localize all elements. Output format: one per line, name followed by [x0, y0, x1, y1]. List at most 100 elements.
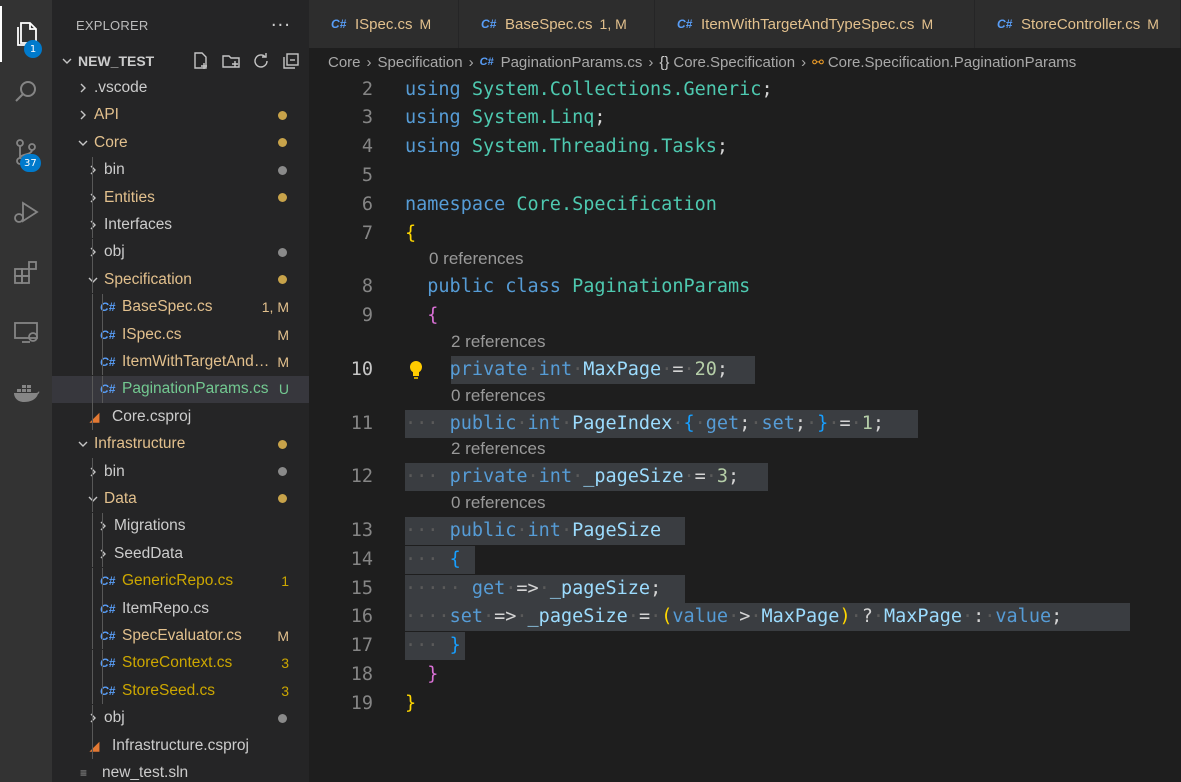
- tree-file[interactable]: C# ItemRepo.cs: [52, 595, 309, 622]
- whitespace: ·: [850, 606, 862, 627]
- docker-icon[interactable]: [0, 364, 52, 420]
- whitespace: ·: [872, 606, 885, 627]
- namespace-icon: {}: [659, 53, 670, 71]
- code-token: using: [405, 136, 461, 157]
- tree-folder[interactable]: SeedData: [52, 540, 309, 568]
- tree-folder[interactable]: Specification: [52, 266, 309, 294]
- tree-item-label: new_test.sln: [102, 763, 189, 781]
- tree-folder[interactable]: Interfaces: [52, 211, 309, 239]
- whitespace: ·: [427, 520, 439, 541]
- code-token: set: [449, 606, 483, 627]
- code-line: 9 {: [309, 302, 1181, 330]
- code-text: ··· private·int·_pageSize·=·3;: [405, 463, 739, 491]
- breadcrumb-item-file[interactable]: PaginationParams.cs: [501, 54, 643, 71]
- tree-file[interactable]: C# SpecEvaluator.cs M: [52, 622, 309, 650]
- whitespace: ·: [627, 606, 639, 627]
- breadcrumb-item-specification[interactable]: Specification: [378, 54, 463, 71]
- search-icon[interactable]: [0, 64, 52, 120]
- tree-folder[interactable]: .vscode: [52, 74, 309, 101]
- codelens-references[interactable]: 2 references: [451, 329, 546, 355]
- remote-explorer-icon[interactable]: [0, 304, 52, 360]
- tree-file[interactable]: ◢ Core.csproj: [52, 403, 309, 431]
- whitespace: ·: [516, 520, 528, 541]
- code-text: private·int·MaxPage·=·20;: [405, 356, 728, 384]
- tree-file[interactable]: C# PaginationParams.cs U: [52, 375, 309, 403]
- code-token: _pageSize: [583, 466, 684, 487]
- indent-guide: [102, 540, 103, 568]
- whitespace: ·: [516, 606, 528, 627]
- explorer-icon[interactable]: 1: [0, 6, 52, 62]
- tab-itemwithtargetandtypespec[interactable]: C# ItemWithTargetAndTypeSpec.cs M: [655, 0, 975, 48]
- chevron-right-icon: [76, 82, 90, 94]
- breadcrumb-item-class[interactable]: Core.Specification.PaginationParams: [828, 54, 1076, 71]
- code-text: namespace Core.Specification: [405, 191, 717, 219]
- tree-folder[interactable]: Data: [52, 485, 309, 513]
- code-token: =>: [516, 578, 539, 599]
- tree-folder[interactable]: bin: [52, 156, 309, 184]
- new-folder-icon[interactable]: [221, 51, 241, 71]
- whitespace: ·: [427, 413, 439, 434]
- workspace-root[interactable]: NEW_TEST: [52, 47, 309, 74]
- codelens-references[interactable]: 0 references: [429, 246, 524, 272]
- extensions-icon[interactable]: [0, 244, 52, 300]
- chevron-down-icon: [60, 55, 74, 67]
- new-file-icon[interactable]: [191, 51, 211, 71]
- tree-folder[interactable]: obj: [52, 704, 309, 732]
- codelens-references[interactable]: 2 references: [451, 436, 546, 462]
- codelens-references[interactable]: 0 references: [451, 490, 546, 516]
- code-token: }: [449, 635, 461, 656]
- tree-folder[interactable]: API: [52, 102, 309, 129]
- collapse-all-icon[interactable]: [281, 51, 301, 71]
- tree-folder[interactable]: Infrastructure: [52, 431, 309, 458]
- code-token: ;: [594, 107, 606, 128]
- tree-file[interactable]: C# BaseSpec.cs 1, M: [52, 293, 309, 321]
- code-line: 17 ··· }: [309, 632, 1181, 660]
- code-token: ;: [1051, 606, 1063, 627]
- code-line: 19}: [309, 690, 1181, 718]
- code-text: ··· public·int·PageSize: [405, 517, 661, 545]
- code-token: using: [405, 79, 461, 100]
- code-line: 3 using System.Linq;: [309, 104, 1181, 132]
- tab-storecontroller[interactable]: C# StoreController.cs M: [975, 0, 1181, 48]
- codelens-references[interactable]: 0 references: [451, 383, 546, 409]
- tree-file[interactable]: C# GenericRepo.cs 1: [52, 567, 309, 595]
- tree-file[interactable]: C# StoreSeed.cs 3: [52, 677, 309, 705]
- refresh-icon[interactable]: [251, 51, 271, 71]
- breadcrumb-item-namespace[interactable]: Core.Specification: [673, 54, 795, 71]
- whitespace: ·: [750, 606, 762, 627]
- code-editor[interactable]: 2 using System.Collections.Generic; 3 using…: [309, 76, 1181, 782]
- chevron-down-icon: [86, 274, 100, 286]
- tree-folder[interactable]: Migrations: [52, 512, 309, 540]
- code-token: ;: [716, 136, 729, 157]
- whitespace: ·: [427, 635, 439, 656]
- breadcrumb-item-core[interactable]: Core: [328, 54, 361, 71]
- tab-ispec[interactable]: C# ISpec.cs M: [309, 0, 459, 48]
- tree-folder[interactable]: Entities: [52, 184, 309, 211]
- code-token: :: [973, 606, 985, 627]
- csharp-file-icon: C#: [997, 17, 1013, 31]
- run-debug-icon[interactable]: [0, 184, 52, 240]
- source-control-icon[interactable]: 37: [0, 124, 52, 180]
- tree-file[interactable]: C# StoreContext.cs 3: [52, 649, 309, 677]
- explorer-title: EXPLORER: [76, 17, 149, 33]
- tree-folder[interactable]: obj: [52, 238, 309, 266]
- whitespace: ·: [427, 549, 439, 570]
- tree-folder[interactable]: Core: [52, 129, 309, 156]
- indent-guide: [92, 293, 93, 321]
- tree-file[interactable]: C# ISpec.cs M: [52, 321, 309, 348]
- indent-guide: [92, 184, 93, 211]
- whitespace: ·: [405, 549, 417, 570]
- tree-file[interactable]: C#ItemWithTargetAndTypeSpec.csM: [52, 348, 309, 376]
- tree-file[interactable]: ≡ new_test.sln: [52, 759, 309, 782]
- tree-folder[interactable]: bin: [52, 458, 309, 485]
- tab-basespec[interactable]: C# BaseSpec.cs 1, M: [459, 0, 655, 48]
- chevron-right-icon: [86, 246, 100, 258]
- whitespace: ·: [683, 359, 695, 380]
- whitespace: ·: [416, 549, 428, 570]
- whitespace: ·: [427, 578, 439, 599]
- more-actions-icon[interactable]: ···: [271, 15, 291, 36]
- code-token: =: [672, 359, 684, 380]
- tree-file[interactable]: ◢ Infrastructure.csproj: [52, 732, 309, 759]
- chevron-right-icon: [76, 109, 90, 121]
